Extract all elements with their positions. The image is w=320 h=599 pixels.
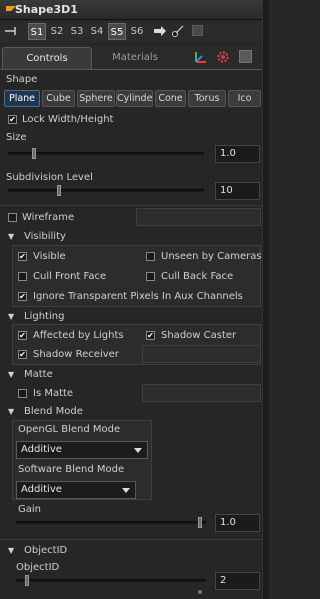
blend-mode-collapse-icon[interactable]: ▼ [8,407,17,416]
wireframe-spacer [136,208,261,226]
affected-by-lights-checkbox[interactable]: ✔ [18,331,27,340]
cull-front-face-checkbox[interactable] [18,272,27,281]
shape-cone-button[interactable]: Cone [155,90,186,107]
tab-materials[interactable]: Materials [95,47,175,69]
is-matte-label: Is Matte [33,388,74,399]
title-bar[interactable]: Shape3D1 [0,0,269,20]
unseen-by-cameras-checkbox[interactable] [146,252,155,261]
subdivision-label: Subdivision Level [6,172,93,183]
opengl-blend-mode-dropdown[interactable]: Additive [16,441,148,459]
slot-s5[interactable]: S5 [108,23,126,40]
visible-checkbox[interactable]: ✔ [18,252,27,261]
slot-s1[interactable]: S1 [28,23,46,40]
lock-width-height-checkbox[interactable]: ✔ [8,115,17,124]
software-blend-mode-label: Software Blend Mode [18,464,125,475]
pin-icon[interactable] [4,26,18,36]
shadow-receiver-checkbox[interactable]: ✔ [18,350,27,359]
lighting-header[interactable]: Lighting [24,311,64,322]
shape-plane-button[interactable]: Plane [4,90,40,107]
size-label: Size [6,132,27,143]
divider [0,205,262,206]
gain-value-field[interactable]: 1.0 [215,514,260,532]
visibility-header[interactable]: Visibility [24,231,66,242]
shape-sphere-button[interactable]: Sphere [77,90,115,107]
matte-header[interactable]: Matte [24,369,53,380]
tab-controls[interactable]: Controls [2,47,92,69]
default-marker-icon [198,590,202,594]
gain-slider-handle[interactable] [198,517,202,528]
size-value-field[interactable]: 1.0 [215,145,260,163]
node-info-icon[interactable] [239,50,252,63]
objectid-value-field[interactable]: 2 [215,572,260,590]
shape-ico-button[interactable]: Ico [228,90,261,107]
subdivision-value-field[interactable]: 10 [215,182,260,200]
objectid-label: ObjectID [16,562,60,573]
visible-label: Visible [33,251,66,262]
divider [0,539,262,540]
shadow-caster-checkbox[interactable]: ✔ [146,331,155,340]
ignore-transparent-checkbox[interactable]: ✔ [18,292,27,301]
version-slot-bar: S1 S2 S3 S4 S5 S6 [0,21,262,43]
matte-collapse-icon[interactable]: ▼ [8,370,17,379]
opengl-blend-mode-label: OpenGL Blend Mode [18,424,121,435]
shadow-caster-label: Shadow Caster [161,330,237,341]
wireframe-label: Wireframe [22,212,75,223]
cull-back-face-checkbox[interactable] [146,272,155,281]
cull-front-face-label: Cull Front Face [33,271,107,282]
software-blend-mode-dropdown[interactable]: Additive [16,481,136,499]
cull-back-face-label: Cull Back Face [161,271,234,282]
wireframe-checkbox[interactable] [8,213,17,222]
unseen-by-cameras-label: Unseen by Cameras [161,251,262,262]
gain-label: Gain [18,504,41,515]
slot-s2[interactable]: S2 [48,23,66,40]
affected-by-lights-label: Affected by Lights [33,330,124,341]
lock-width-height-label: Lock Width/Height [22,114,114,125]
gain-slider-track[interactable] [16,521,206,524]
objectid-header[interactable]: ObjectID [24,545,67,556]
objectid-collapse-icon[interactable]: ▼ [8,546,17,555]
shape-label: Shape [6,74,38,85]
chevron-down-icon [134,448,142,453]
lighting-spacer [142,345,261,363]
settings-gear-icon[interactable] [216,50,230,64]
subdivision-slider-handle[interactable] [57,185,61,196]
ignore-transparent-label: Ignore Transparent Pixels In Aux Channel… [33,291,243,302]
blend-mode-header[interactable]: Blend Mode [24,406,83,417]
size-slider-handle[interactable] [32,148,36,159]
visibility-collapse-icon[interactable]: ▼ [8,232,17,241]
node-link-icon[interactable] [171,24,185,38]
objectid-slider-track[interactable] [16,579,206,582]
transform-icon[interactable] [193,50,207,64]
chevron-down-icon [122,488,130,493]
slot-s6[interactable]: S6 [128,23,146,40]
slot-s3[interactable]: S3 [68,23,86,40]
opengl-blend-mode-value: Additive [21,444,62,455]
software-blend-mode-value: Additive [21,484,62,495]
shadow-receiver-label: Shadow Receiver [33,349,119,360]
window-title: Shape3D1 [15,3,78,16]
objectid-slider-handle[interactable] [25,575,29,586]
square-icon[interactable] [192,25,203,36]
subdivision-slider-track[interactable] [8,189,204,192]
lighting-collapse-icon[interactable]: ▼ [8,312,17,321]
size-slider-track[interactable] [8,152,204,155]
shape-cylinder-button[interactable]: Cylinder [116,90,153,107]
shape-torus-button[interactable]: Torus [188,90,226,107]
is-matte-checkbox[interactable] [18,389,27,398]
arrow-right-icon[interactable] [153,26,167,36]
tab-bar: Controls Materials [0,45,262,70]
matte-spacer [142,384,261,402]
shape-cube-button[interactable]: Cube [42,90,75,107]
right-scrollbar[interactable] [262,0,269,599]
slot-s4[interactable]: S4 [88,23,106,40]
